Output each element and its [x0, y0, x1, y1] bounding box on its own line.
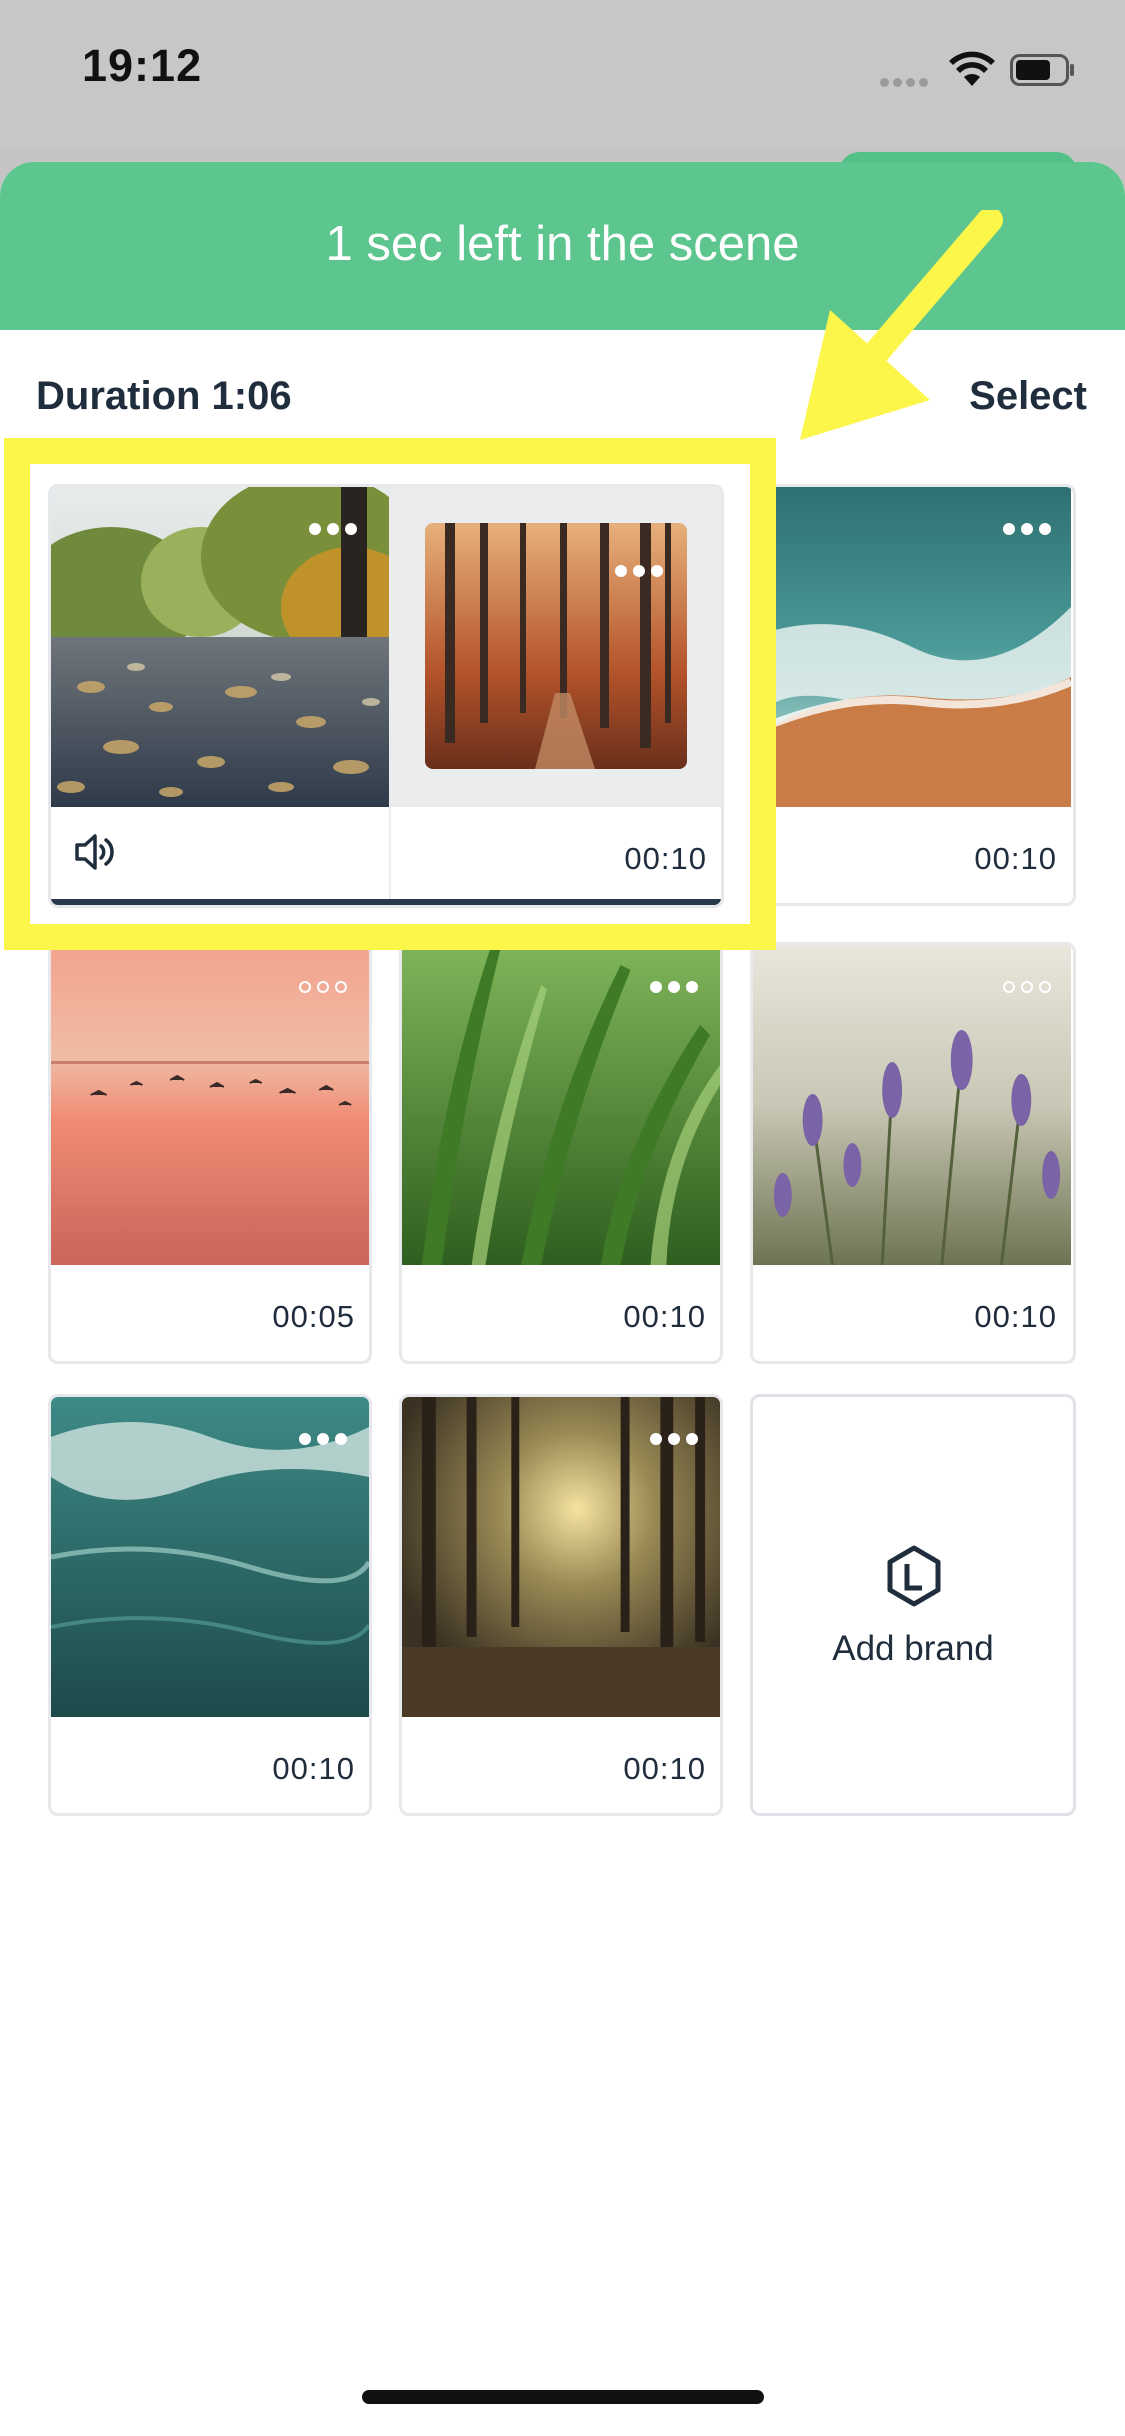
clip-duration: 00:10	[974, 1299, 1057, 1334]
more-options-icon[interactable]	[299, 1433, 347, 1445]
grass-thumbnail[interactable]	[402, 945, 720, 1265]
clip-duration: 00:10	[623, 1299, 706, 1334]
more-options-icon[interactable]	[650, 981, 698, 993]
add-brand-label: Add brand	[832, 1629, 994, 1668]
status-time: 19:12	[82, 40, 203, 91]
battery-icon	[1010, 54, 1074, 86]
clip-card[interactable]: 00:10	[750, 942, 1076, 1364]
clip-footer: 00:10	[753, 1265, 1071, 1361]
more-options-icon[interactable]	[1003, 523, 1051, 535]
more-options-icon[interactable]	[299, 981, 347, 993]
clip-footer: 00:05	[51, 1265, 369, 1361]
more-options-icon[interactable]	[650, 1433, 698, 1445]
add-brand-card[interactable]: Add brand	[750, 1394, 1076, 1816]
more-options-icon[interactable]	[1003, 981, 1051, 993]
clip-footer: 00:10	[402, 1717, 720, 1813]
home-indicator[interactable]	[362, 2390, 764, 2404]
clip-footer: 00:10	[51, 1717, 369, 1813]
arrow-annotation	[800, 210, 1003, 440]
clip-card[interactable]: 00:10	[48, 1394, 372, 1816]
teal-water-thumbnail[interactable]	[51, 1397, 369, 1717]
ocean-waves-thumbnail[interactable]	[753, 487, 1071, 807]
clip-card[interactable]: 00:05	[48, 942, 372, 1364]
clip-duration: 00:10	[623, 1751, 706, 1786]
clip-duration: 00:05	[272, 1299, 355, 1334]
clip-duration: 00:10	[272, 1751, 355, 1786]
total-duration: Duration 1:06	[36, 374, 292, 418]
brand-logo-icon	[887, 1545, 941, 1607]
clip-footer: 00:10	[402, 1265, 720, 1361]
clip-footer: 00:10	[753, 807, 1071, 903]
lavender-thumbnail[interactable]	[753, 945, 1071, 1265]
sunset-birds-thumbnail[interactable]	[51, 945, 369, 1265]
clip-card[interactable]: 00:10	[750, 484, 1076, 906]
status-bar: 19:12	[0, 0, 1125, 150]
highlight-box	[4, 438, 776, 950]
clip-duration: 00:10	[974, 841, 1057, 876]
cellular-signal-icon	[880, 74, 934, 87]
forest-sunlight-thumbnail[interactable]	[402, 1397, 720, 1717]
clip-card[interactable]: 00:10	[399, 942, 723, 1364]
clip-card[interactable]: 00:10	[399, 1394, 723, 1816]
wifi-icon	[949, 51, 995, 86]
